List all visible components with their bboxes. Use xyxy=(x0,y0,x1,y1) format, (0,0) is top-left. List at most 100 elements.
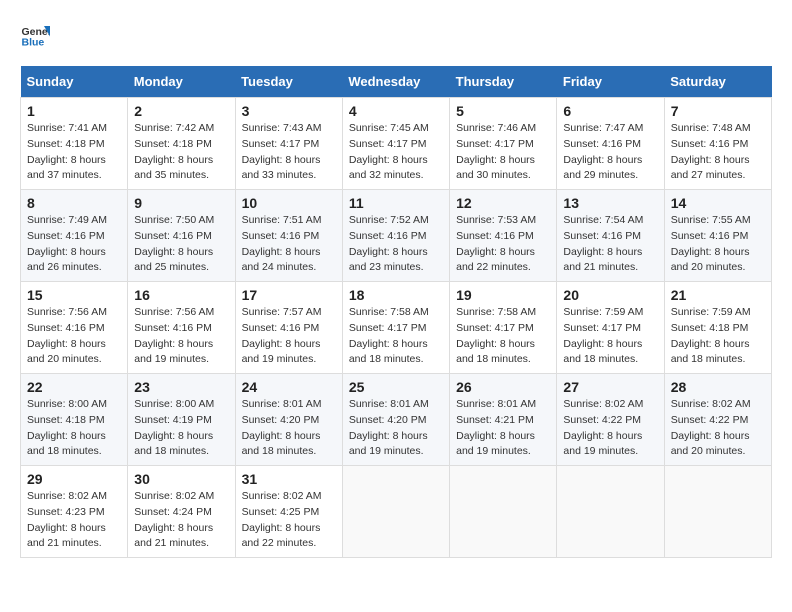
sunset-label: Sunset: 4:16 PM xyxy=(671,138,749,150)
calendar-week-row: 29 Sunrise: 8:02 AM Sunset: 4:23 PM Dayl… xyxy=(21,466,772,558)
calendar-cell: 19 Sunrise: 7:58 AM Sunset: 4:17 PM Dayl… xyxy=(450,282,557,374)
sunset-label: Sunset: 4:18 PM xyxy=(27,414,105,426)
sunset-label: Sunset: 4:16 PM xyxy=(134,322,212,334)
sunrise-label: Sunrise: 7:59 AM xyxy=(671,306,751,318)
day-number: 4 xyxy=(349,103,443,119)
col-header-wednesday: Wednesday xyxy=(342,66,449,98)
calendar-cell: 31 Sunrise: 8:02 AM Sunset: 4:25 PM Dayl… xyxy=(235,466,342,558)
day-number: 18 xyxy=(349,287,443,303)
sunrise-label: Sunrise: 7:48 AM xyxy=(671,122,751,134)
day-info: Sunrise: 8:02 AM Sunset: 4:22 PM Dayligh… xyxy=(563,397,657,460)
daylight-label: Daylight: 8 hours and 23 minutes. xyxy=(349,246,428,274)
calendar-week-row: 22 Sunrise: 8:00 AM Sunset: 4:18 PM Dayl… xyxy=(21,374,772,466)
sunrise-label: Sunrise: 7:47 AM xyxy=(563,122,643,134)
daylight-label: Daylight: 8 hours and 18 minutes. xyxy=(671,338,750,366)
day-info: Sunrise: 7:58 AM Sunset: 4:17 PM Dayligh… xyxy=(456,305,550,368)
day-number: 27 xyxy=(563,379,657,395)
day-info: Sunrise: 7:59 AM Sunset: 4:18 PM Dayligh… xyxy=(671,305,765,368)
daylight-label: Daylight: 8 hours and 33 minutes. xyxy=(242,154,321,182)
sunset-label: Sunset: 4:23 PM xyxy=(27,506,105,518)
sunrise-label: Sunrise: 7:58 AM xyxy=(456,306,536,318)
day-number: 30 xyxy=(134,471,228,487)
sunset-label: Sunset: 4:22 PM xyxy=(671,414,749,426)
sunrise-label: Sunrise: 7:42 AM xyxy=(134,122,214,134)
day-number: 20 xyxy=(563,287,657,303)
day-info: Sunrise: 7:42 AM Sunset: 4:18 PM Dayligh… xyxy=(134,121,228,184)
daylight-label: Daylight: 8 hours and 19 minutes. xyxy=(563,430,642,458)
calendar-cell: 3 Sunrise: 7:43 AM Sunset: 4:17 PM Dayli… xyxy=(235,98,342,190)
sunrise-label: Sunrise: 7:49 AM xyxy=(27,214,107,226)
day-info: Sunrise: 7:41 AM Sunset: 4:18 PM Dayligh… xyxy=(27,121,121,184)
sunrise-label: Sunrise: 7:59 AM xyxy=(563,306,643,318)
daylight-label: Daylight: 8 hours and 24 minutes. xyxy=(242,246,321,274)
day-info: Sunrise: 7:52 AM Sunset: 4:16 PM Dayligh… xyxy=(349,213,443,276)
calendar-cell: 26 Sunrise: 8:01 AM Sunset: 4:21 PM Dayl… xyxy=(450,374,557,466)
calendar-cell: 22 Sunrise: 8:00 AM Sunset: 4:18 PM Dayl… xyxy=(21,374,128,466)
calendar-cell: 29 Sunrise: 8:02 AM Sunset: 4:23 PM Dayl… xyxy=(21,466,128,558)
daylight-label: Daylight: 8 hours and 22 minutes. xyxy=(456,246,535,274)
day-number: 21 xyxy=(671,287,765,303)
calendar-cell: 9 Sunrise: 7:50 AM Sunset: 4:16 PM Dayli… xyxy=(128,190,235,282)
day-number: 26 xyxy=(456,379,550,395)
daylight-label: Daylight: 8 hours and 18 minutes. xyxy=(563,338,642,366)
daylight-label: Daylight: 8 hours and 37 minutes. xyxy=(27,154,106,182)
day-number: 12 xyxy=(456,195,550,211)
sunset-label: Sunset: 4:16 PM xyxy=(349,230,427,242)
calendar-cell: 28 Sunrise: 8:02 AM Sunset: 4:22 PM Dayl… xyxy=(664,374,771,466)
daylight-label: Daylight: 8 hours and 19 minutes. xyxy=(134,338,213,366)
daylight-label: Daylight: 8 hours and 20 minutes. xyxy=(27,338,106,366)
sunrise-label: Sunrise: 8:01 AM xyxy=(456,398,536,410)
sunrise-label: Sunrise: 7:55 AM xyxy=(671,214,751,226)
day-number: 3 xyxy=(242,103,336,119)
calendar-cell: 21 Sunrise: 7:59 AM Sunset: 4:18 PM Dayl… xyxy=(664,282,771,374)
daylight-label: Daylight: 8 hours and 18 minutes. xyxy=(456,338,535,366)
sunrise-label: Sunrise: 8:02 AM xyxy=(134,490,214,502)
sunrise-label: Sunrise: 8:01 AM xyxy=(349,398,429,410)
day-number: 1 xyxy=(27,103,121,119)
day-info: Sunrise: 7:45 AM Sunset: 4:17 PM Dayligh… xyxy=(349,121,443,184)
calendar-cell xyxy=(342,466,449,558)
calendar-cell xyxy=(664,466,771,558)
day-info: Sunrise: 7:54 AM Sunset: 4:16 PM Dayligh… xyxy=(563,213,657,276)
daylight-label: Daylight: 8 hours and 19 minutes. xyxy=(349,430,428,458)
sunset-label: Sunset: 4:17 PM xyxy=(563,322,641,334)
day-number: 25 xyxy=(349,379,443,395)
day-info: Sunrise: 8:02 AM Sunset: 4:24 PM Dayligh… xyxy=(134,489,228,552)
col-header-tuesday: Tuesday xyxy=(235,66,342,98)
calendar-cell: 23 Sunrise: 8:00 AM Sunset: 4:19 PM Dayl… xyxy=(128,374,235,466)
sunrise-label: Sunrise: 7:46 AM xyxy=(456,122,536,134)
day-number: 14 xyxy=(671,195,765,211)
day-info: Sunrise: 8:02 AM Sunset: 4:22 PM Dayligh… xyxy=(671,397,765,460)
day-number: 17 xyxy=(242,287,336,303)
day-info: Sunrise: 7:56 AM Sunset: 4:16 PM Dayligh… xyxy=(27,305,121,368)
day-number: 24 xyxy=(242,379,336,395)
daylight-label: Daylight: 8 hours and 21 minutes. xyxy=(27,522,106,550)
calendar-cell: 5 Sunrise: 7:46 AM Sunset: 4:17 PM Dayli… xyxy=(450,98,557,190)
sunset-label: Sunset: 4:17 PM xyxy=(242,138,320,150)
day-number: 9 xyxy=(134,195,228,211)
sunset-label: Sunset: 4:16 PM xyxy=(242,230,320,242)
calendar-cell: 13 Sunrise: 7:54 AM Sunset: 4:16 PM Dayl… xyxy=(557,190,664,282)
daylight-label: Daylight: 8 hours and 25 minutes. xyxy=(134,246,213,274)
sunrise-label: Sunrise: 7:51 AM xyxy=(242,214,322,226)
calendar-cell: 27 Sunrise: 8:02 AM Sunset: 4:22 PM Dayl… xyxy=(557,374,664,466)
sunset-label: Sunset: 4:18 PM xyxy=(27,138,105,150)
sunset-label: Sunset: 4:25 PM xyxy=(242,506,320,518)
calendar-cell: 18 Sunrise: 7:58 AM Sunset: 4:17 PM Dayl… xyxy=(342,282,449,374)
daylight-label: Daylight: 8 hours and 29 minutes. xyxy=(563,154,642,182)
col-header-sunday: Sunday xyxy=(21,66,128,98)
daylight-label: Daylight: 8 hours and 18 minutes. xyxy=(242,430,321,458)
daylight-label: Daylight: 8 hours and 20 minutes. xyxy=(671,246,750,274)
day-number: 5 xyxy=(456,103,550,119)
day-number: 23 xyxy=(134,379,228,395)
svg-text:Blue: Blue xyxy=(22,37,45,49)
sunset-label: Sunset: 4:18 PM xyxy=(671,322,749,334)
day-number: 19 xyxy=(456,287,550,303)
sunrise-label: Sunrise: 8:01 AM xyxy=(242,398,322,410)
sunset-label: Sunset: 4:16 PM xyxy=(563,138,641,150)
sunrise-label: Sunrise: 8:00 AM xyxy=(134,398,214,410)
day-number: 31 xyxy=(242,471,336,487)
day-number: 15 xyxy=(27,287,121,303)
daylight-label: Daylight: 8 hours and 32 minutes. xyxy=(349,154,428,182)
sunrise-label: Sunrise: 7:56 AM xyxy=(27,306,107,318)
